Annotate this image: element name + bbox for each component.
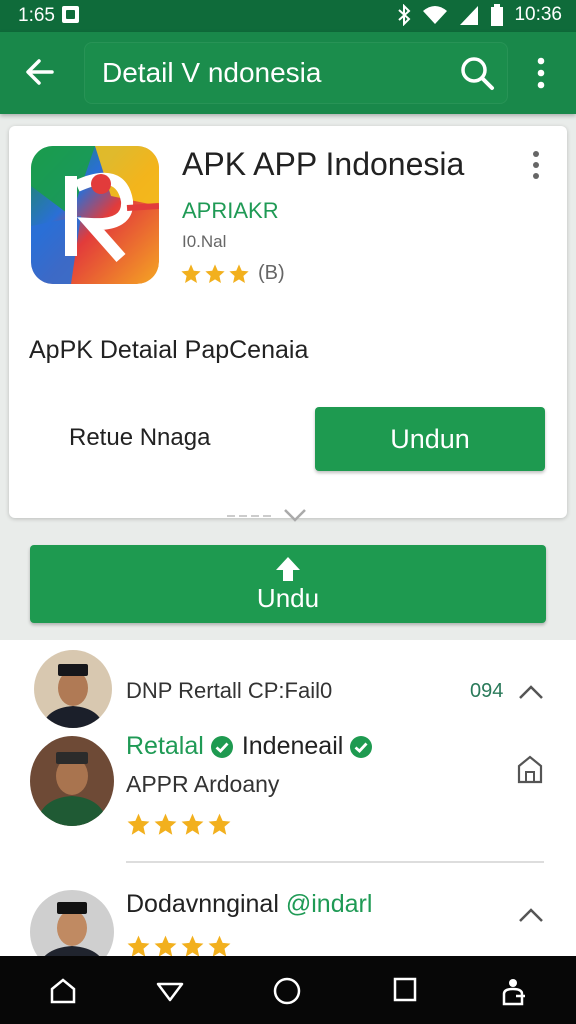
- battery-icon: [491, 4, 504, 26]
- avatar[interactable]: [30, 736, 114, 826]
- reviewer-handle: @indarl: [285, 890, 373, 918]
- star-icon: [181, 263, 201, 283]
- chevron-up-icon[interactable]: [517, 682, 545, 702]
- reviewer-name-part2: Indeneail: [241, 732, 344, 760]
- profile-icon[interactable]: [500, 976, 528, 1006]
- home-outline-icon[interactable]: [516, 754, 544, 784]
- star-icon: [229, 263, 249, 283]
- secondary-label[interactable]: Retue Nnaga: [69, 424, 210, 452]
- reviewer-name-part1: Dodavnnginal: [126, 890, 279, 918]
- app-rating: (B): [180, 262, 285, 285]
- home-icon[interactable]: [48, 976, 78, 1006]
- star-icon: [154, 813, 177, 835]
- app-name: APK APP Indonesia: [182, 146, 465, 182]
- review-stars: [126, 812, 232, 837]
- recents-icon[interactable]: [392, 976, 418, 1004]
- app-developer[interactable]: APRIAKR: [182, 198, 279, 224]
- status-bar: 1:65 10:36: [0, 0, 576, 32]
- install-button-label: Undun: [390, 423, 470, 454]
- card-more-icon[interactable]: [525, 148, 547, 182]
- reviews-section: DNP Rertall CP:Fail0 094 Retalal Indenea…: [0, 640, 576, 974]
- star-icon: [205, 263, 225, 283]
- divider: [126, 861, 544, 863]
- avatar[interactable]: [34, 650, 112, 728]
- reviewer-name: Dodavnnginal @indarl: [126, 890, 372, 919]
- reviewer-name-part1: Retalal: [126, 732, 204, 760]
- page-title: Detail V ndonesia: [102, 57, 322, 88]
- expand-chevron-icon[interactable]: [227, 506, 327, 526]
- app-description: ApPK Detaial PapCenaia: [29, 336, 309, 364]
- verified-check-icon: [350, 735, 373, 758]
- star-icon: [127, 813, 150, 835]
- circle-home-icon[interactable]: [272, 976, 302, 1006]
- signal-icon: [460, 6, 479, 25]
- more-vert-icon[interactable]: [526, 54, 556, 92]
- install-button[interactable]: Undun: [315, 407, 545, 471]
- notification-icon: [62, 6, 79, 23]
- verified-check-icon: [210, 735, 233, 758]
- star-icon: [181, 813, 204, 835]
- app-meta: I0.Nal: [182, 232, 227, 251]
- title-container: Detail V ndonesia: [84, 42, 508, 104]
- star-icon: [208, 813, 231, 835]
- upload-arrow-icon: [276, 557, 300, 581]
- download-button[interactable]: Undu: [30, 545, 546, 623]
- app-bar: Detail V ndonesia: [0, 32, 576, 114]
- wifi-icon: [423, 6, 448, 24]
- app-logo-icon: [31, 146, 159, 284]
- review-number: 094: [470, 680, 504, 702]
- status-clock: 10:36: [514, 4, 562, 25]
- status-time: 1:65: [18, 5, 55, 26]
- chevron-up-icon[interactable]: [517, 905, 545, 925]
- navigation-bar: [0, 956, 576, 1024]
- review-title: DNP Rertall CP:Fail0: [126, 678, 333, 703]
- back-arrow-icon[interactable]: [22, 54, 58, 90]
- reviewer-subtitle: APPR Ardoany: [126, 771, 280, 797]
- rating-count: (B): [258, 262, 285, 284]
- download-button-label: Undu: [256, 583, 320, 613]
- search-icon[interactable]: [458, 54, 496, 92]
- reviewer-name: Retalal Indeneail: [126, 732, 381, 761]
- bluetooth-icon: [398, 4, 411, 26]
- back-triangle-icon[interactable]: [154, 976, 186, 1006]
- app-card: APK APP Indonesia APRIAKR I0.Nal (B) ApP…: [9, 126, 567, 522]
